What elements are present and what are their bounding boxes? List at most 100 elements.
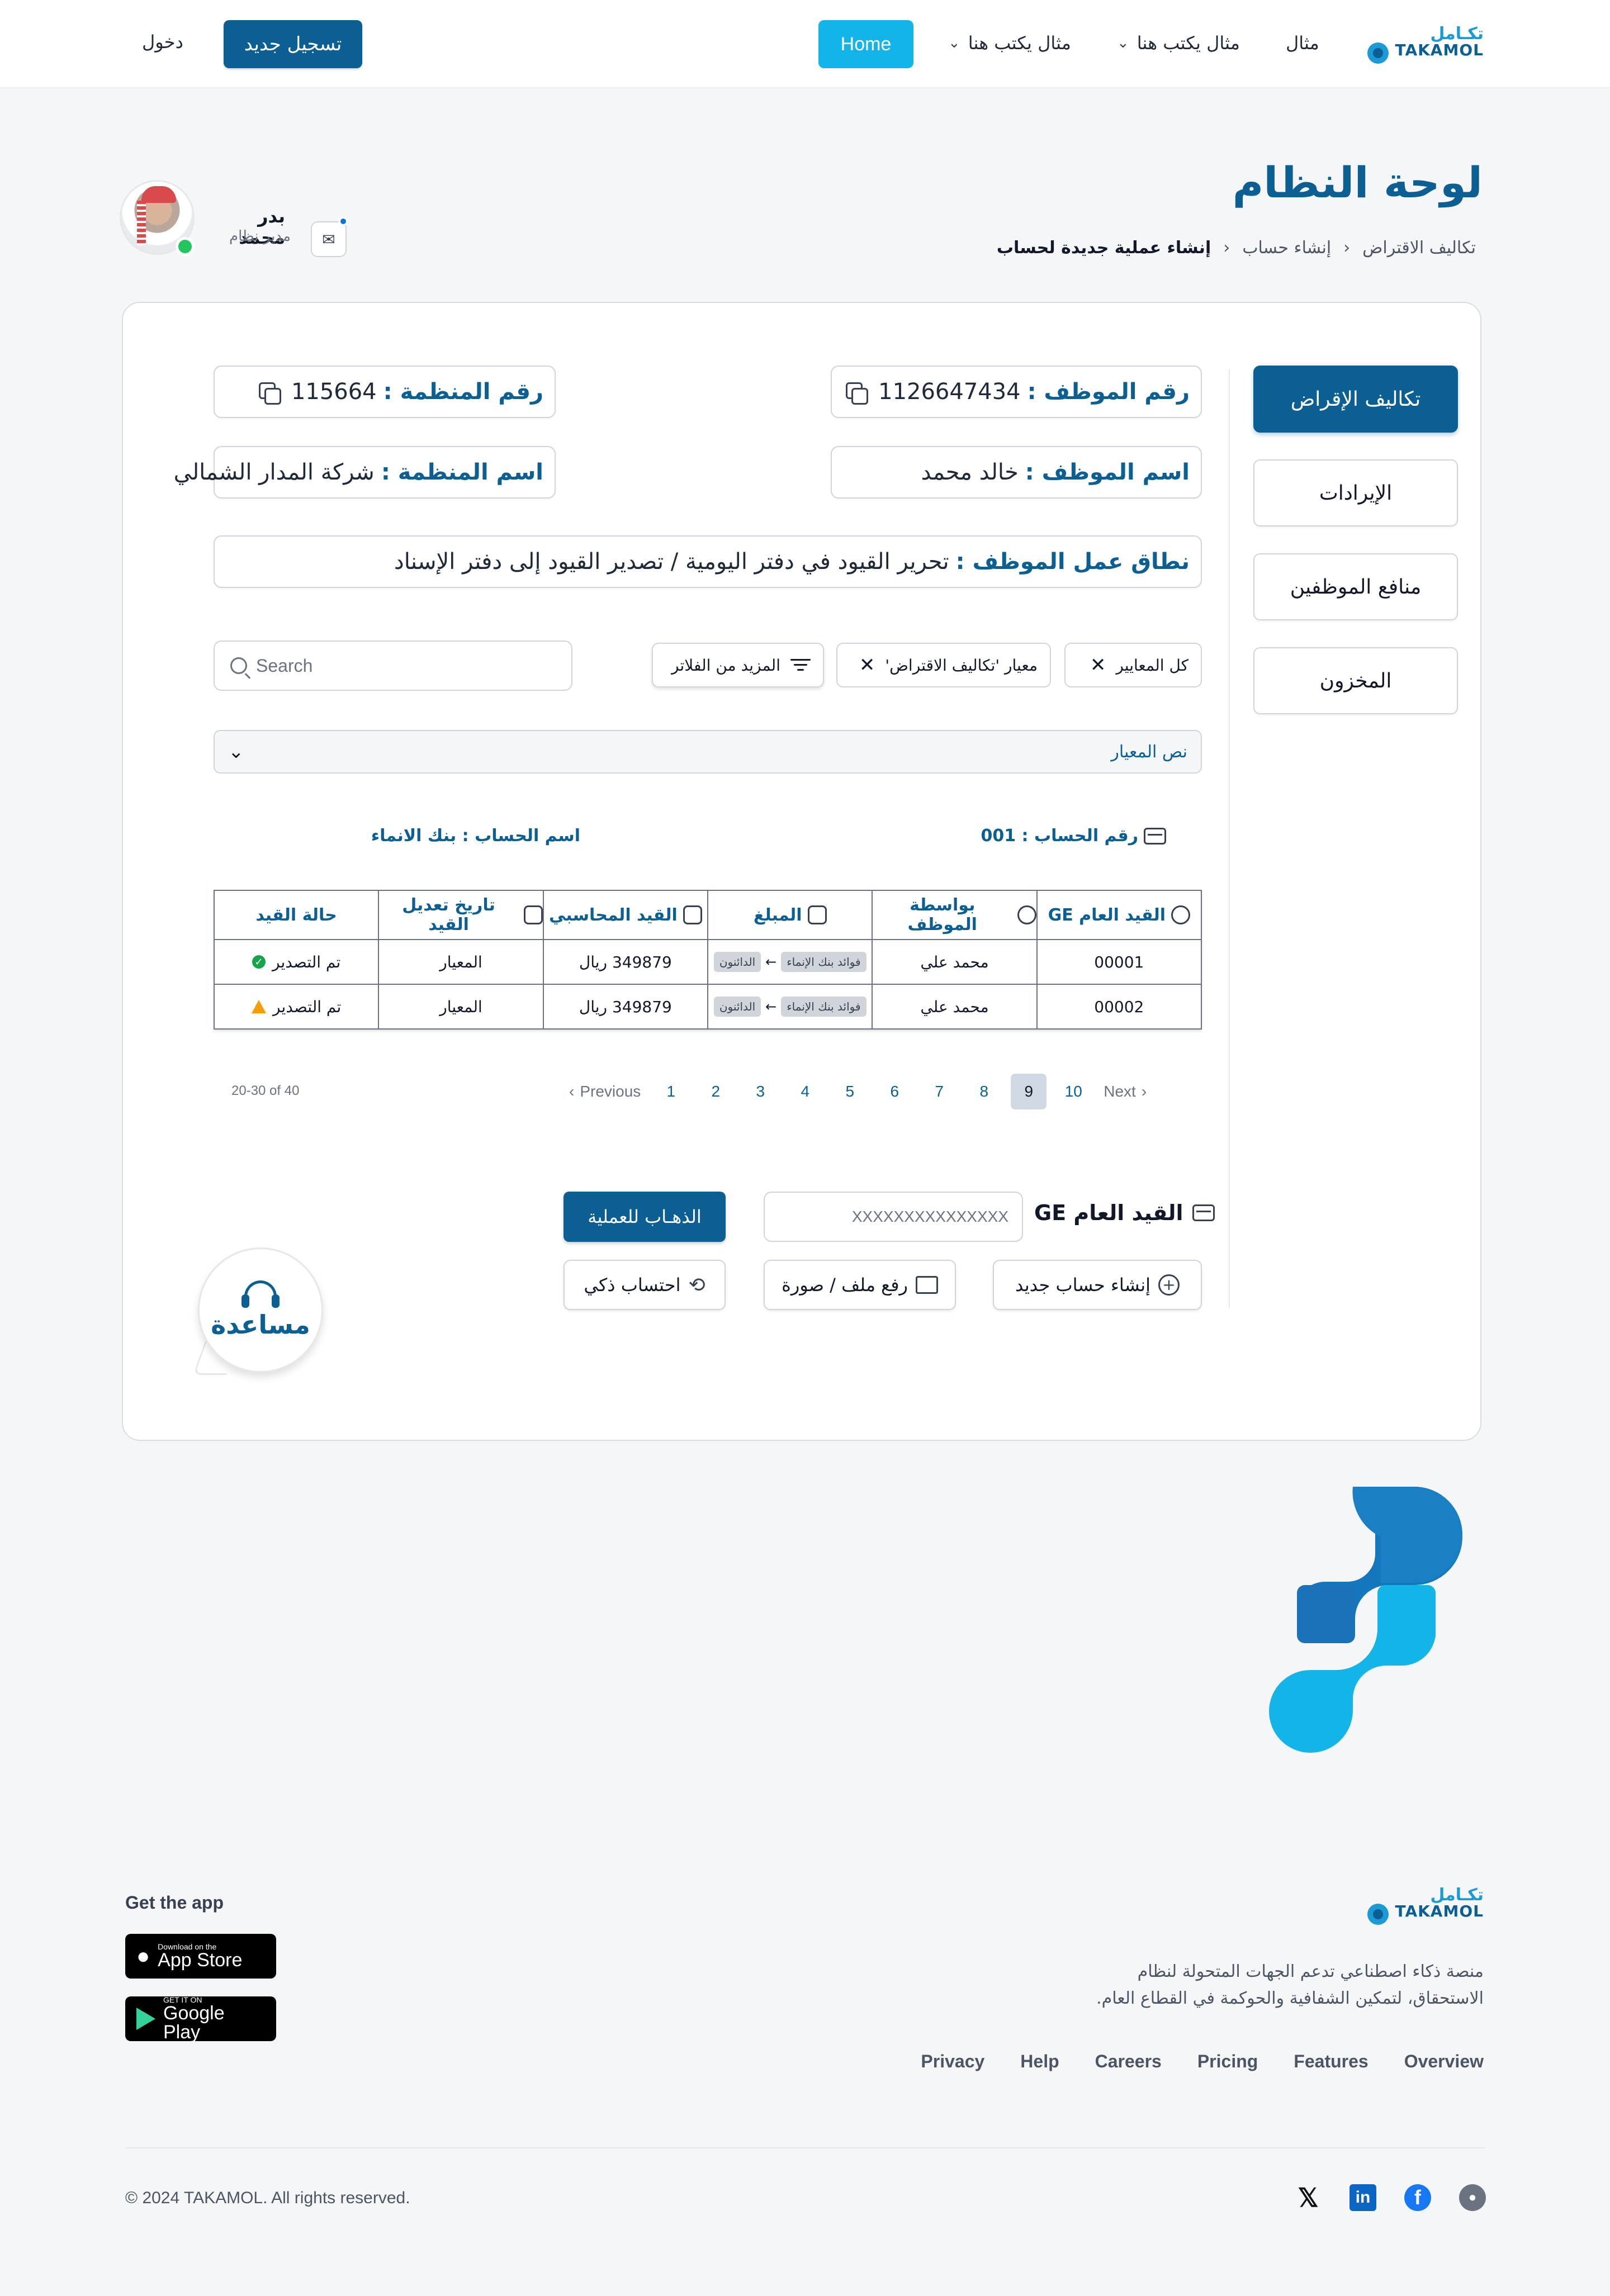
gear-icon xyxy=(1171,905,1191,924)
more-filters-button[interactable]: المزيد من الفلاتر xyxy=(652,643,824,687)
employee-number-label: رقم الموظف : xyxy=(1027,379,1190,405)
status-label: تم التصدير xyxy=(272,952,341,971)
search-icon xyxy=(230,657,247,674)
document-icon xyxy=(683,905,702,924)
search-placeholder: Search xyxy=(256,655,313,676)
arrow-left-icon: ← xyxy=(765,954,777,970)
go-to-operation-button[interactable]: الذهـاب للعملية xyxy=(564,1192,726,1242)
employee-scope-field: نطاق عمل الموظف : تحرير القيود في دفتر ا… xyxy=(214,535,1202,588)
breadcrumb-item[interactable]: إنشاء حساب xyxy=(1242,238,1331,258)
cell-entry-accounts: فوائد بنك الإنماء ← الدائنون xyxy=(707,939,873,985)
help-button[interactable]: مساعدة xyxy=(198,1247,323,1373)
warning-icon xyxy=(252,1000,267,1013)
page-9-current[interactable]: 9 xyxy=(1011,1074,1047,1109)
footer-brand-name-ar: تكـامل xyxy=(1430,1885,1484,1905)
sidebar-item-employee-benefits[interactable]: منافع الموظفين xyxy=(1253,553,1458,620)
footer-link-overview[interactable]: Overview xyxy=(1404,2051,1484,2072)
x-twitter-icon[interactable]: 𝕏 xyxy=(1295,2183,1322,2212)
app-store-button[interactable]: ● Download on the App Store xyxy=(125,1934,276,1979)
footer-logo[interactable]: تكـامل TAKAMOL xyxy=(1395,1887,1484,1919)
page-10[interactable]: 10 xyxy=(1051,1074,1096,1109)
sidebar-item-revenues[interactable]: الإيرادات xyxy=(1253,459,1458,526)
page-title: لوحة النظام xyxy=(1232,158,1483,207)
page-5[interactable]: 5 xyxy=(827,1074,872,1109)
login-link[interactable]: دخول xyxy=(142,31,183,53)
footer-link-careers[interactable]: Careers xyxy=(1095,2051,1162,2072)
ge-input-placeholder: XXXXXXXXXXXXXXX xyxy=(851,1208,1008,1225)
cell-ge: 00001 xyxy=(1036,939,1202,985)
search-input[interactable]: Search xyxy=(214,641,572,691)
close-icon[interactable]: ✕ xyxy=(859,654,875,676)
org-number-value: 115664 xyxy=(291,379,377,405)
pagination-previous[interactable]: ‹ Previous xyxy=(561,1083,648,1100)
home-button[interactable]: Home xyxy=(818,20,913,68)
filter-chip-label: كل المعايير xyxy=(1116,656,1188,675)
nav-item-label: مثال يكتب هنا xyxy=(1137,32,1240,54)
users-icon xyxy=(1017,905,1036,924)
footer-link-features[interactable]: Features xyxy=(1294,2051,1368,2072)
copyright: © 2024 TAKAMOL. All rights reserved. xyxy=(125,2189,410,2207)
brand-logo[interactable]: تكـامل TAKAMOL xyxy=(1395,26,1484,58)
pagination-previous-label: Previous xyxy=(580,1083,641,1100)
cell-amount: 349879 ريال xyxy=(542,939,709,985)
sidebar-item-inventory[interactable]: المخزون xyxy=(1253,647,1458,714)
page-4[interactable]: 4 xyxy=(783,1074,827,1109)
breadcrumb: تكاليف الاقتراض ‹ إنشاء حساب ‹ إنشاء عمل… xyxy=(997,238,1476,258)
cell-status: تم التصدير ✓ xyxy=(213,939,380,985)
user-role: مدير نظام xyxy=(229,228,291,245)
nav-item-3[interactable]: ⌄ مثال يكتب هنا xyxy=(948,32,1071,54)
pagination-next[interactable]: Next › xyxy=(1096,1083,1154,1100)
table-row[interactable]: 00001 محمد علي فوائد بنك الإنماء ← الدائنو… xyxy=(213,939,1202,985)
page-7[interactable]: 7 xyxy=(917,1074,962,1109)
inbox-icon: ✉ xyxy=(322,230,335,249)
criteria-text-label: نص المعيار xyxy=(1111,742,1187,762)
ge-input[interactable]: XXXXXXXXXXXXXXX xyxy=(764,1192,1023,1242)
arrow-left-icon: ← xyxy=(765,999,777,1014)
google-play-button[interactable]: GET IT ON Google Play xyxy=(125,1996,276,2042)
filter-chip-standard[interactable]: معيار 'تكاليف الاقتراض' ✕ xyxy=(836,643,1051,687)
register-button[interactable]: تسجيل جديد xyxy=(224,20,362,68)
smart-calc-label: احتساب ذكي xyxy=(584,1274,681,1296)
new-account-button[interactable]: + إنشاء حساب جديد xyxy=(993,1260,1202,1310)
upload-file-button[interactable]: رفع ملف / صورة xyxy=(764,1260,956,1310)
sidebar-item-borrowing-costs[interactable]: تكاليف الإقراض xyxy=(1253,366,1458,433)
footer-link-help[interactable]: Help xyxy=(1020,2051,1059,2072)
nav-item-1[interactable]: مثال xyxy=(1286,32,1319,54)
chevron-down-icon: ⌄ xyxy=(1117,35,1129,51)
chevron-left-icon: ‹ xyxy=(1223,238,1230,258)
account-number-label: رقم الحساب : 001 xyxy=(981,826,1138,846)
pagination: ‹ Previous 1 2 3 4 5 6 7 8 9 10 Next › xyxy=(561,1072,1154,1111)
notification-dot xyxy=(339,217,348,226)
criteria-text-dropdown[interactable]: نص المعيار ⌄ xyxy=(214,730,1202,774)
page-6[interactable]: 6 xyxy=(872,1074,917,1109)
entries-table: القيد العام GE بواسطة الموظف المبلغ القي… xyxy=(213,890,1202,1030)
github-icon[interactable]: ● xyxy=(1459,2184,1486,2211)
employee-name-label: اسم الموظف : xyxy=(1025,459,1190,485)
footer-link-privacy[interactable]: Privacy xyxy=(921,2051,984,2072)
nav-item-2[interactable]: ⌄ مثال يكتب هنا xyxy=(1117,32,1240,54)
table-row[interactable]: 00002 محمد علي فوائد بنك الإنماء ← الدائنو… xyxy=(213,984,1202,1030)
footer-link-pricing[interactable]: Pricing xyxy=(1197,2051,1258,2072)
page-8[interactable]: 8 xyxy=(962,1074,1006,1109)
column-header-label: القيد المحاسبي xyxy=(548,905,678,925)
facebook-icon[interactable]: f xyxy=(1404,2184,1431,2211)
filter-icon xyxy=(790,658,811,672)
column-header-label: تاريخ تعديل القيد xyxy=(402,895,495,934)
linkedin-icon[interactable]: in xyxy=(1349,2184,1376,2211)
cell-status: تم التصدير xyxy=(213,984,380,1030)
inbox-button[interactable]: ✉ xyxy=(311,221,347,257)
online-status-indicator xyxy=(176,237,195,256)
page-2[interactable]: 2 xyxy=(693,1074,738,1109)
employee-scope-label: نطاق عمل الموظف : xyxy=(955,549,1190,575)
close-icon[interactable]: ✕ xyxy=(1090,654,1106,676)
org-number-field: رقم المنظمة : 115664 xyxy=(214,366,556,418)
breadcrumb-item[interactable]: تكاليف الاقتراض xyxy=(1362,238,1476,258)
google-play-icon xyxy=(136,2008,155,2030)
column-header-label: بواسطة الموظف xyxy=(907,895,977,934)
filter-chip-all-criteria[interactable]: كل المعايير ✕ xyxy=(1064,643,1202,687)
copy-icon[interactable] xyxy=(257,380,281,405)
copy-icon[interactable] xyxy=(844,380,869,405)
page-3[interactable]: 3 xyxy=(738,1074,783,1109)
page-1[interactable]: 1 xyxy=(648,1074,693,1109)
smart-calc-button[interactable]: ⟲ احتساب ذكي xyxy=(564,1260,726,1310)
